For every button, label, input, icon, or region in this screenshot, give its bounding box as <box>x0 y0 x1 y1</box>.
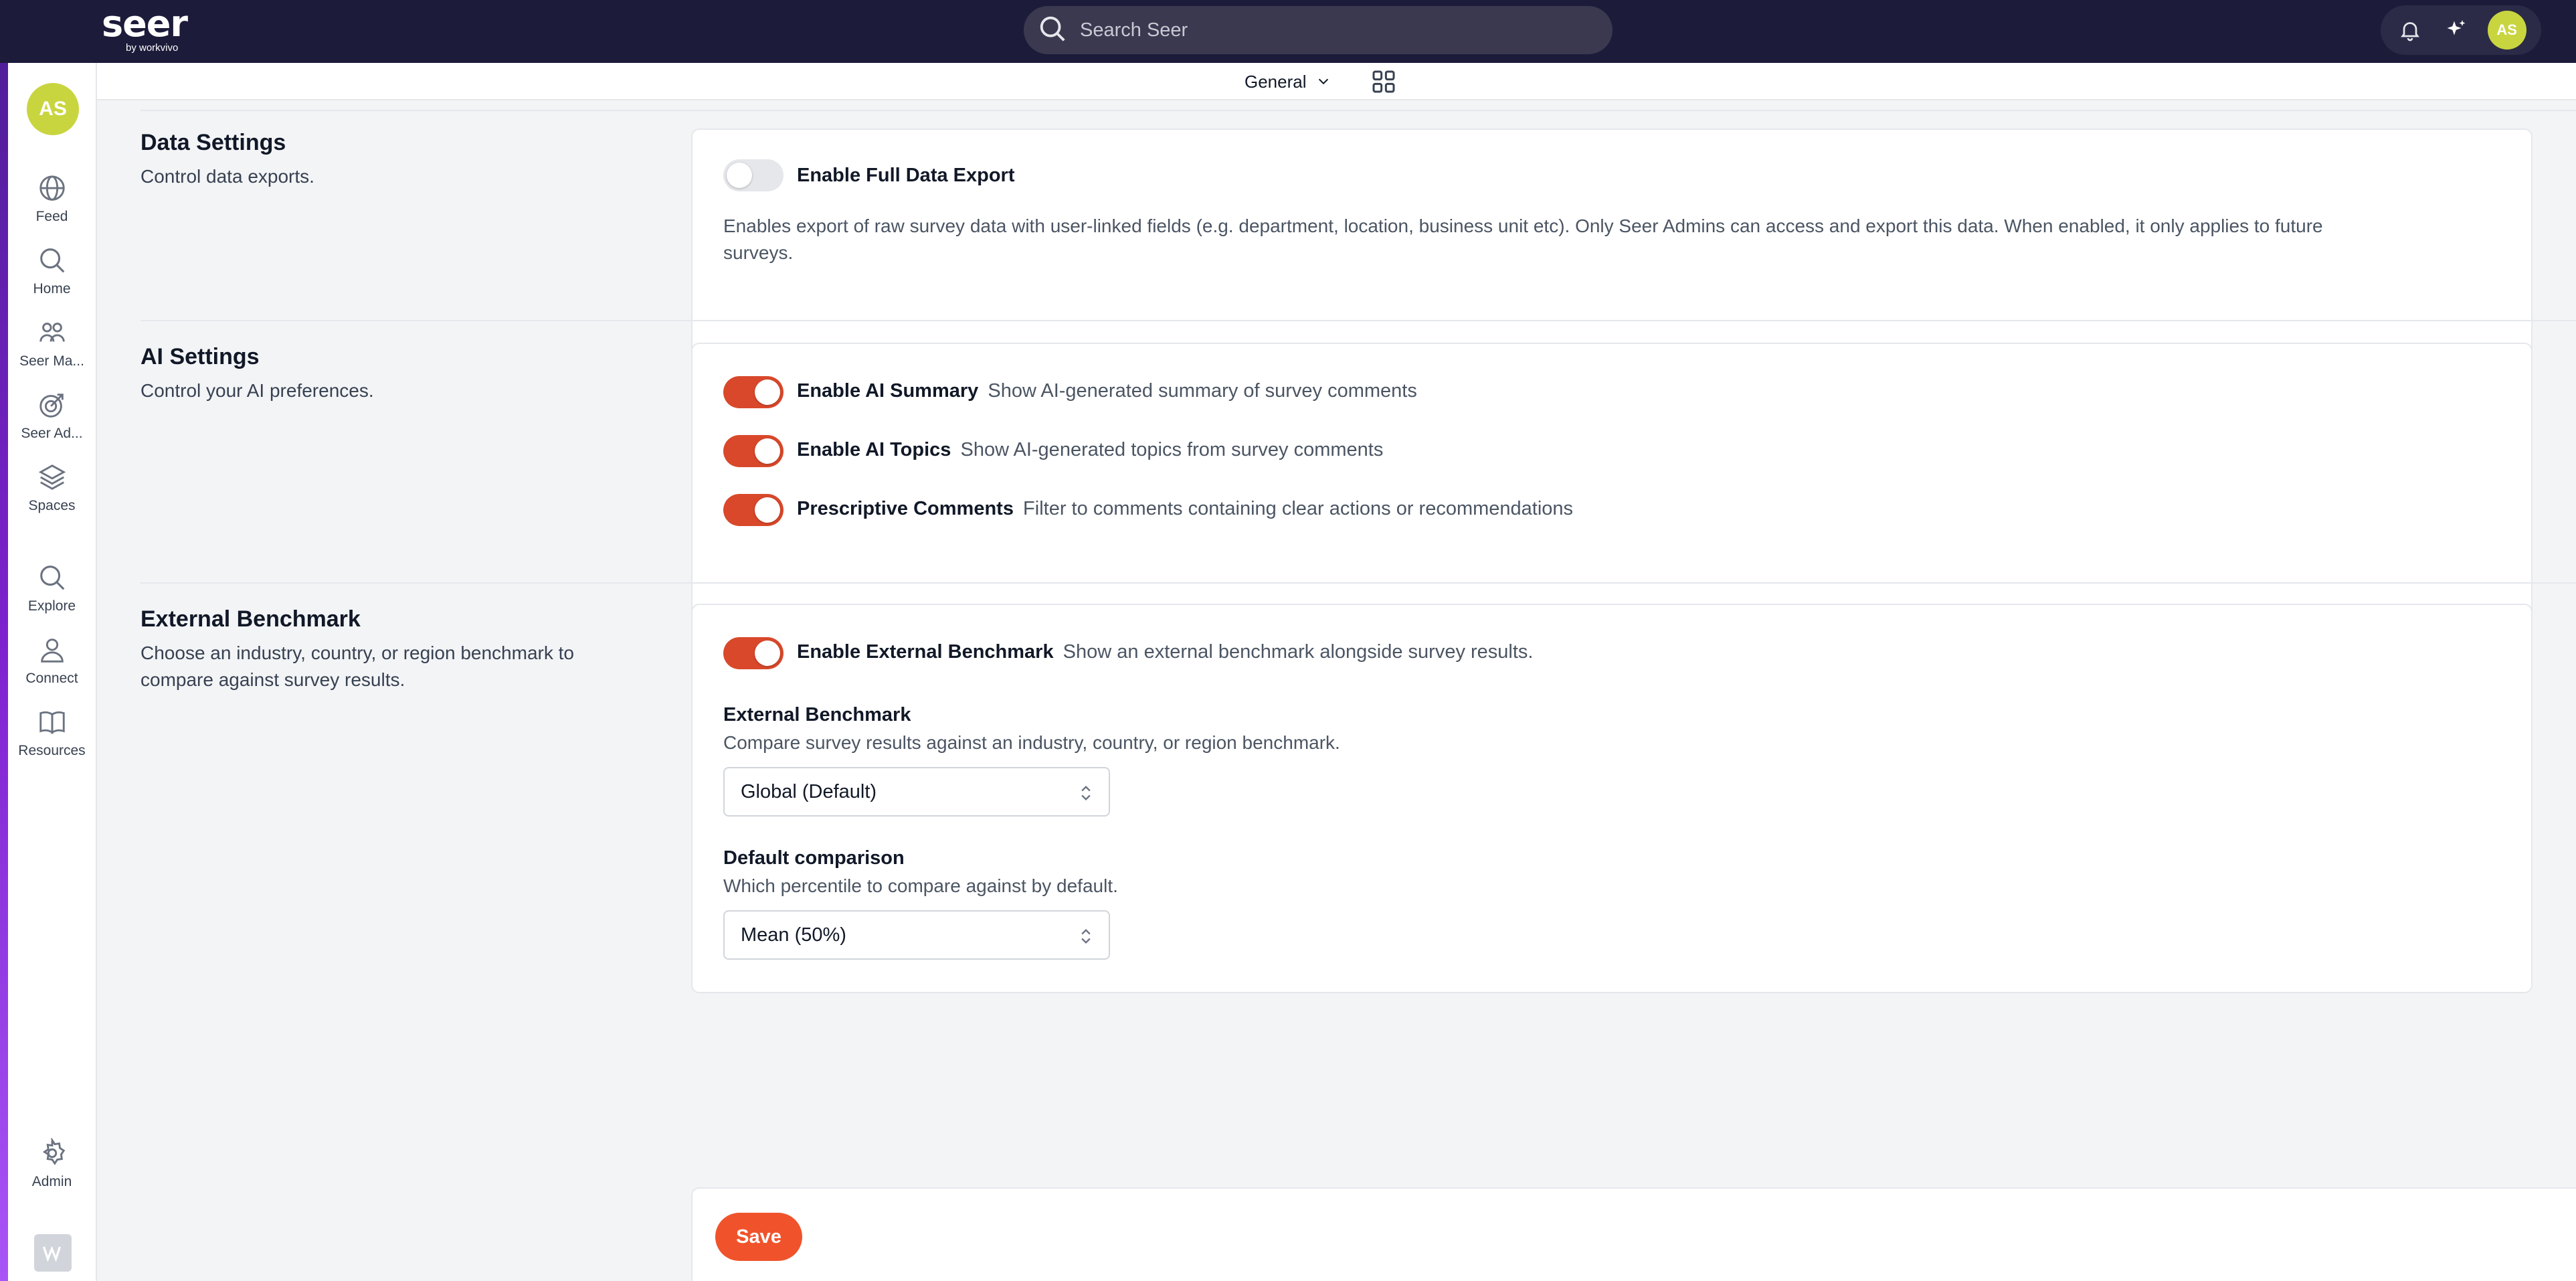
sidebar-item-label: Seer Ma... <box>19 353 84 369</box>
settings-main: Data Settings Control data exports. Enab… <box>97 100 2576 1281</box>
section-divider <box>141 582 2576 584</box>
sidebar-item-label: Admin <box>31 1174 72 1189</box>
ai-settings-title: AI Settings <box>141 344 260 369</box>
ai-summary-desc: Show AI-generated summary of survey comm… <box>988 380 1417 402</box>
benchmark-field-label: External Benchmark <box>723 704 911 725</box>
prescriptive-comments-desc: Filter to comments containing clear acti… <box>1023 498 1574 519</box>
globe-icon <box>39 175 65 201</box>
ai-topics-desc: Show AI-generated topics from survey com… <box>960 439 1384 460</box>
comparison-field-help: Which percentile to compare against by d… <box>723 875 1118 896</box>
app-logo[interactable]: seer by workvivo <box>102 4 195 58</box>
search-icon <box>39 566 64 590</box>
logo-wordmark: seer <box>102 3 188 45</box>
chevron-down-icon <box>1318 78 1328 85</box>
external-benchmark-description: Choose an industry, country, or region b… <box>141 640 649 693</box>
sidebar-item-label: Home <box>33 281 71 296</box>
bell-icon[interactable] <box>2395 15 2425 45</box>
external-benchmark-description-line2: compare against survey results. <box>141 669 405 690</box>
gear-icon <box>42 1138 65 1165</box>
comparison-select[interactable]: Mean (50%) <box>723 910 1110 960</box>
search-icon <box>1037 13 1068 48</box>
toggle-knob <box>727 163 752 188</box>
toggle-knob <box>755 640 780 666</box>
section-divider <box>141 320 2576 321</box>
chevron-up-down-icon <box>1081 786 1091 800</box>
sub-header: General <box>97 63 2576 100</box>
sidebar-item-resources[interactable]: Resources <box>8 707 96 767</box>
comparison-select-value: Mean (50%) <box>741 924 846 946</box>
search-input[interactable] <box>1080 19 1588 41</box>
user-avatar[interactable]: AS <box>2487 11 2526 50</box>
book-icon <box>39 711 65 735</box>
ai-summary-toggle[interactable] <box>723 376 784 408</box>
external-benchmark-toggle-desc: Show an external benchmark alongside sur… <box>1063 641 1534 663</box>
sidebar-item-label: Connect <box>25 671 78 686</box>
section-divider <box>141 110 2576 111</box>
benchmark-select-value: Global (Default) <box>741 780 877 802</box>
sidebar-item-label: Explore <box>27 598 76 614</box>
chevron-up-down-icon <box>1081 929 1091 944</box>
sidebar-item-connect[interactable]: Connect <box>8 634 96 695</box>
full-data-export-help: Enables export of raw survey data with u… <box>723 213 2503 266</box>
sidebar-item-seer-manager[interactable]: Seer Ma... <box>8 317 96 377</box>
full-data-export-help-line2: surveys. <box>723 242 794 263</box>
save-bar: Save <box>691 1187 2576 1281</box>
sidebar-item-spaces[interactable]: Spaces <box>8 462 96 522</box>
grid-icon[interactable] <box>1370 68 1397 95</box>
toggle-knob <box>755 497 780 523</box>
sidebar-item-feed[interactable]: Feed <box>8 173 96 233</box>
top-bar: seer by workvivo AS <box>0 0 2576 63</box>
external-benchmark-card: Enable External Benchmark Show an extern… <box>691 604 2533 993</box>
people-icon <box>39 323 65 342</box>
sidebar-item-home[interactable]: Home <box>8 245 96 305</box>
sidebar-item-label: Seer Ad... <box>21 426 83 441</box>
external-benchmark-toggle[interactable] <box>723 637 784 669</box>
sidebar-avatar[interactable]: AS <box>27 83 79 135</box>
sidebar-item-label: Resources <box>18 743 86 758</box>
sidebar-item-admin[interactable]: Admin <box>8 1138 96 1198</box>
sidebar-item-label: Feed <box>35 209 68 224</box>
target-icon <box>39 394 64 418</box>
prescriptive-comments-toggle[interactable] <box>723 494 784 526</box>
sidebar-item-explore[interactable]: Explore <box>8 562 96 622</box>
full-data-export-label: Enable Full Data Export <box>797 165 1015 186</box>
benchmark-field-help: Compare survey results against an indust… <box>723 732 1340 753</box>
sidebar-item-label: Spaces <box>28 498 76 513</box>
top-actions: AS <box>2381 5 2541 55</box>
external-benchmark-title: External Benchmark <box>141 606 361 632</box>
data-settings-title: Data Settings <box>141 130 286 155</box>
sidebar: AS Feed Home Seer Ma... Seer Ad... Space… <box>8 63 97 1281</box>
toggle-knob <box>755 379 780 405</box>
full-data-export-help-line1: Enables export of raw survey data with u… <box>723 216 2323 236</box>
comparison-field-label: Default comparison <box>723 847 905 869</box>
ai-topics-toggle[interactable] <box>723 435 784 467</box>
save-button[interactable]: Save <box>715 1213 802 1261</box>
ai-topics-label: Enable AI Topics <box>797 439 951 460</box>
external-benchmark-description-line1: Choose an industry, country, or region b… <box>141 643 574 663</box>
ai-summary-label: Enable AI Summary <box>797 380 979 402</box>
benchmark-select[interactable]: Global (Default) <box>723 767 1110 817</box>
sidebar-item-seer-admin[interactable]: Seer Ad... <box>8 390 96 450</box>
view-selector[interactable]: General <box>1245 68 1331 95</box>
ai-settings-description: Control your AI preferences. <box>141 380 374 401</box>
external-benchmark-toggle-label: Enable External Benchmark <box>797 641 1054 663</box>
workvivo-logo-icon[interactable] <box>34 1234 72 1272</box>
sparkle-icon[interactable] <box>2442 15 2471 45</box>
person-icon <box>40 638 64 663</box>
search-bar[interactable] <box>1024 6 1613 54</box>
layers-icon <box>38 464 66 490</box>
prescriptive-comments-label: Prescriptive Comments <box>797 498 1014 519</box>
data-settings-description: Control data exports. <box>141 166 314 187</box>
search-icon <box>39 248 64 273</box>
left-accent-bar <box>0 0 8 1281</box>
toggle-knob <box>755 438 780 464</box>
full-data-export-toggle[interactable] <box>723 159 784 191</box>
view-selector-label: General <box>1245 71 1307 92</box>
